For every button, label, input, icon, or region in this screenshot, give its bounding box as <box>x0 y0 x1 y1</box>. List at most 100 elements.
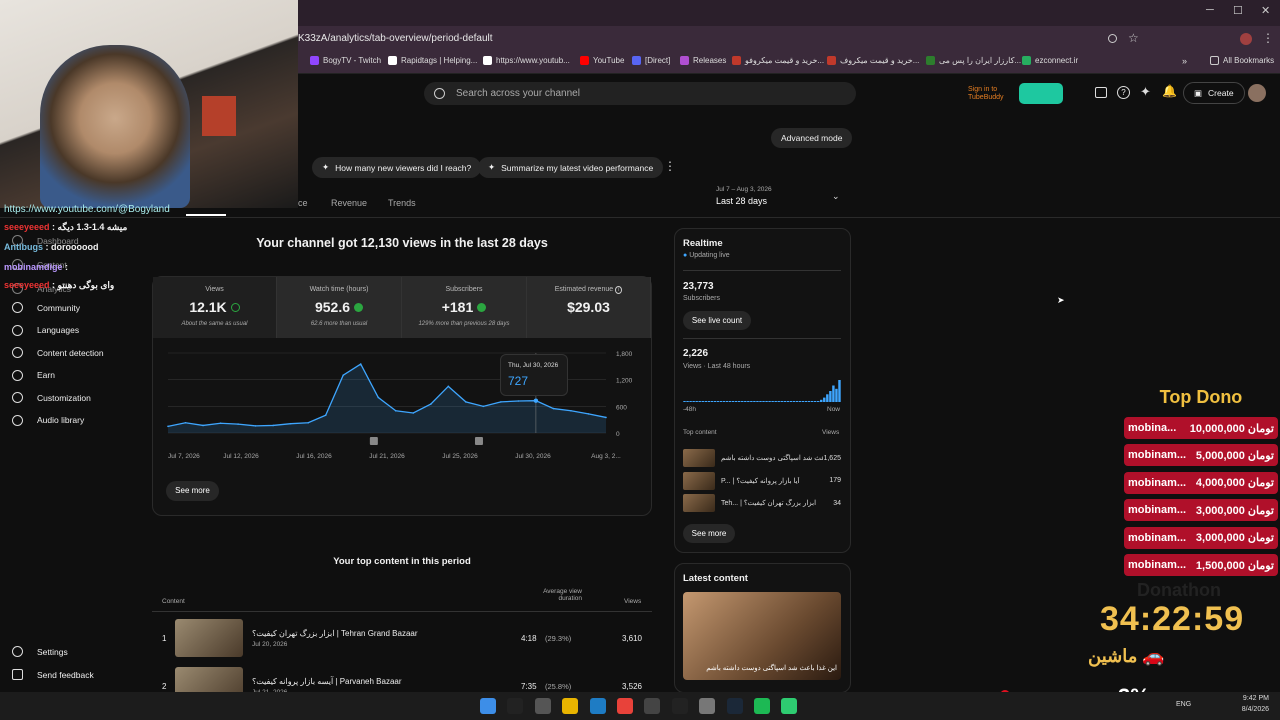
create-button[interactable]: ▣ Create <box>1183 82 1245 104</box>
date-range-label[interactable]: Last 28 days <box>716 196 767 206</box>
see-live-count-button[interactable]: See live count <box>683 311 751 330</box>
sidebar-item-customization[interactable]: Customization <box>12 392 91 403</box>
search-icon[interactable] <box>507 698 524 714</box>
bookmark-label: ezconnect.ir <box>1035 56 1079 65</box>
realtime-bar <box>762 401 765 402</box>
check-circle-icon <box>230 302 240 312</box>
top-content-row[interactable]: P... | آیا بازار پروانه کیفیت؟ 179 <box>683 471 841 490</box>
video-marker-icon[interactable] <box>474 437 483 445</box>
chrome-icon[interactable] <box>617 698 633 714</box>
table-row[interactable]: 1 ابزار بزرگ تهران کیفیت؟ | Tehran Grand … <box>162 619 644 657</box>
account-avatar[interactable] <box>1248 84 1266 102</box>
language-indicator[interactable]: ENG <box>1176 701 1191 708</box>
sidebar-item-content-detection[interactable]: Content detection <box>12 347 104 358</box>
github-icon[interactable] <box>644 698 661 714</box>
bookmark-item[interactable]: BogyTV - Twitch <box>310 56 381 65</box>
all-bookmarks[interactable]: All Bookmarks <box>1210 56 1274 65</box>
realtime-bar <box>744 401 747 402</box>
bookmark-item[interactable]: ezconnect.ir <box>1022 56 1078 65</box>
bookmark-item[interactable]: Releases <box>680 56 726 65</box>
sidebar-settings[interactable]: Settings <box>12 646 68 657</box>
top-content-row[interactable]: Teh... | ابزار بزرگ تهران کیفیت؟ 34 <box>683 494 841 512</box>
top-content-row[interactable]: باعث شد اسپاگتی دوست داشته باشم 1,625 <box>683 449 841 467</box>
metric-tab[interactable]: Subscribers +181 129% more than previous 2… <box>402 277 527 338</box>
sidebar-item-audio-library[interactable]: Audio library <box>12 414 84 426</box>
bookmark-item[interactable]: خرید و قیمت میکروف... <box>827 56 919 65</box>
metric-label: Views <box>153 286 276 293</box>
sidebar-item-languages[interactable]: Languages <box>12 324 79 336</box>
tubebuddy-signin[interactable]: Sign in to TubeBuddy <box>968 86 1014 102</box>
steam-icon[interactable] <box>726 698 743 714</box>
taskbar-date[interactable]: 8/4/2026 <box>1232 706 1269 713</box>
star-icon[interactable]: ☆ <box>1128 31 1139 45</box>
realtime-see-more-button[interactable]: See more <box>683 524 735 543</box>
taskbar-time[interactable]: 9:42 PM <box>1237 695 1269 702</box>
help-icon[interactable]: ? <box>1117 86 1130 99</box>
community-icon <box>12 302 23 313</box>
realtime-bar <box>686 401 689 402</box>
row-avd: 4:18 <box>521 633 537 643</box>
close-window-button[interactable]: ✕ <box>1261 4 1270 17</box>
bookmark-favicon-icon <box>1022 56 1031 65</box>
metric-tab[interactable]: Watch time (hours) 952.6 62.6 more than us… <box>277 277 402 338</box>
sidebar-item-earn[interactable]: Earn <box>12 369 55 381</box>
wall-poster <box>202 96 236 136</box>
vscode-icon[interactable] <box>589 698 606 714</box>
channel-search-input[interactable]: Search across your channel <box>424 82 856 105</box>
sidebar-item-community[interactable]: Community <box>12 302 80 313</box>
video-marker-icon[interactable] <box>369 437 378 445</box>
bookmark-favicon-icon <box>680 56 689 65</box>
url-field[interactable]: K33zA/analytics/tab-overview/period-defa… <box>298 30 493 48</box>
bookmark-item[interactable]: [Direct] <box>632 56 670 65</box>
spotify-icon[interactable] <box>754 698 770 714</box>
overview-see-more-button[interactable]: See more <box>166 481 219 501</box>
sparkle-icon[interactable]: ✦ <box>1140 84 1151 100</box>
maximize-button[interactable]: ☐ <box>1233 4 1243 17</box>
profile-avatar[interactable] <box>1240 33 1252 45</box>
latest-content-title: Latest content <box>683 573 748 584</box>
chat-user: seeeyeeed <box>4 222 50 232</box>
file-explorer-icon[interactable] <box>562 698 579 714</box>
bookmarks-overflow-icon[interactable]: » <box>1182 56 1187 66</box>
minimize-button[interactable]: ─ <box>1206 4 1214 16</box>
realtime-bar <box>753 401 756 402</box>
app-icon[interactable] <box>781 698 798 714</box>
bookmark-item[interactable]: Rapidtags | Helping... <box>388 56 477 65</box>
tab-trends[interactable]: Trends <box>388 198 416 208</box>
tubebuddy-button[interactable] <box>1019 83 1063 104</box>
chess-icon[interactable] <box>671 698 688 714</box>
data-point <box>167 425 169 428</box>
metric-label-text: Watch time (hours) <box>309 286 369 293</box>
donation-amount: 1,500,000 تومان <box>1195 559 1274 572</box>
gear-icon <box>12 646 23 657</box>
metric-value: $29.03 <box>527 299 650 315</box>
bookmark-item[interactable]: کارزار ایران را پس می... <box>926 56 1021 65</box>
sidebar-feedback[interactable]: Send feedback <box>12 669 94 680</box>
info-icon[interactable]: i <box>615 286 623 294</box>
customization-icon <box>12 392 23 403</box>
metric-tab[interactable]: Estimated revenue i $29.03 <box>527 277 651 338</box>
suggestion-chip-summarize[interactable]: ✦ Summarize my latest video performance <box>478 157 664 178</box>
settings-icon[interactable] <box>699 698 716 714</box>
bookmark-item[interactable]: خرید و قیمت میکروفو... <box>732 56 824 65</box>
streamer-figure <box>40 45 190 208</box>
advanced-mode-button[interactable]: Advanced mode <box>771 128 853 148</box>
windows-start-icon[interactable] <box>480 698 496 714</box>
chevron-down-icon[interactable]: ⌄ <box>832 191 840 202</box>
notifications-bell-icon[interactable]: 🔔 <box>1162 84 1177 98</box>
tab-revenue[interactable]: Revenue <box>331 198 367 208</box>
donation-item: mobinam... 5,000,000 تومان <box>1124 444 1278 467</box>
message-icon[interactable] <box>1095 87 1107 98</box>
browser-menu-icon[interactable]: ⋮ <box>1262 31 1274 45</box>
hover-point <box>533 398 539 403</box>
search-placeholder: Search across your channel <box>456 88 580 99</box>
bookmark-item[interactable]: https://www.youtub... <box>483 56 570 65</box>
zoom-icon[interactable] <box>1108 34 1117 43</box>
task-view-icon[interactable] <box>534 698 551 714</box>
bookmark-item[interactable]: YouTube <box>580 56 624 65</box>
col-views: Views <box>624 598 642 605</box>
suggestion-chip-reach[interactable]: ✦ How many new viewers did I reach? <box>312 157 482 178</box>
metric-tab[interactable]: Views 12.1K About the same as usual <box>153 277 277 338</box>
top-content-title: Your top content in this period <box>333 556 471 567</box>
more-options-icon[interactable]: ⋮ <box>664 159 676 173</box>
